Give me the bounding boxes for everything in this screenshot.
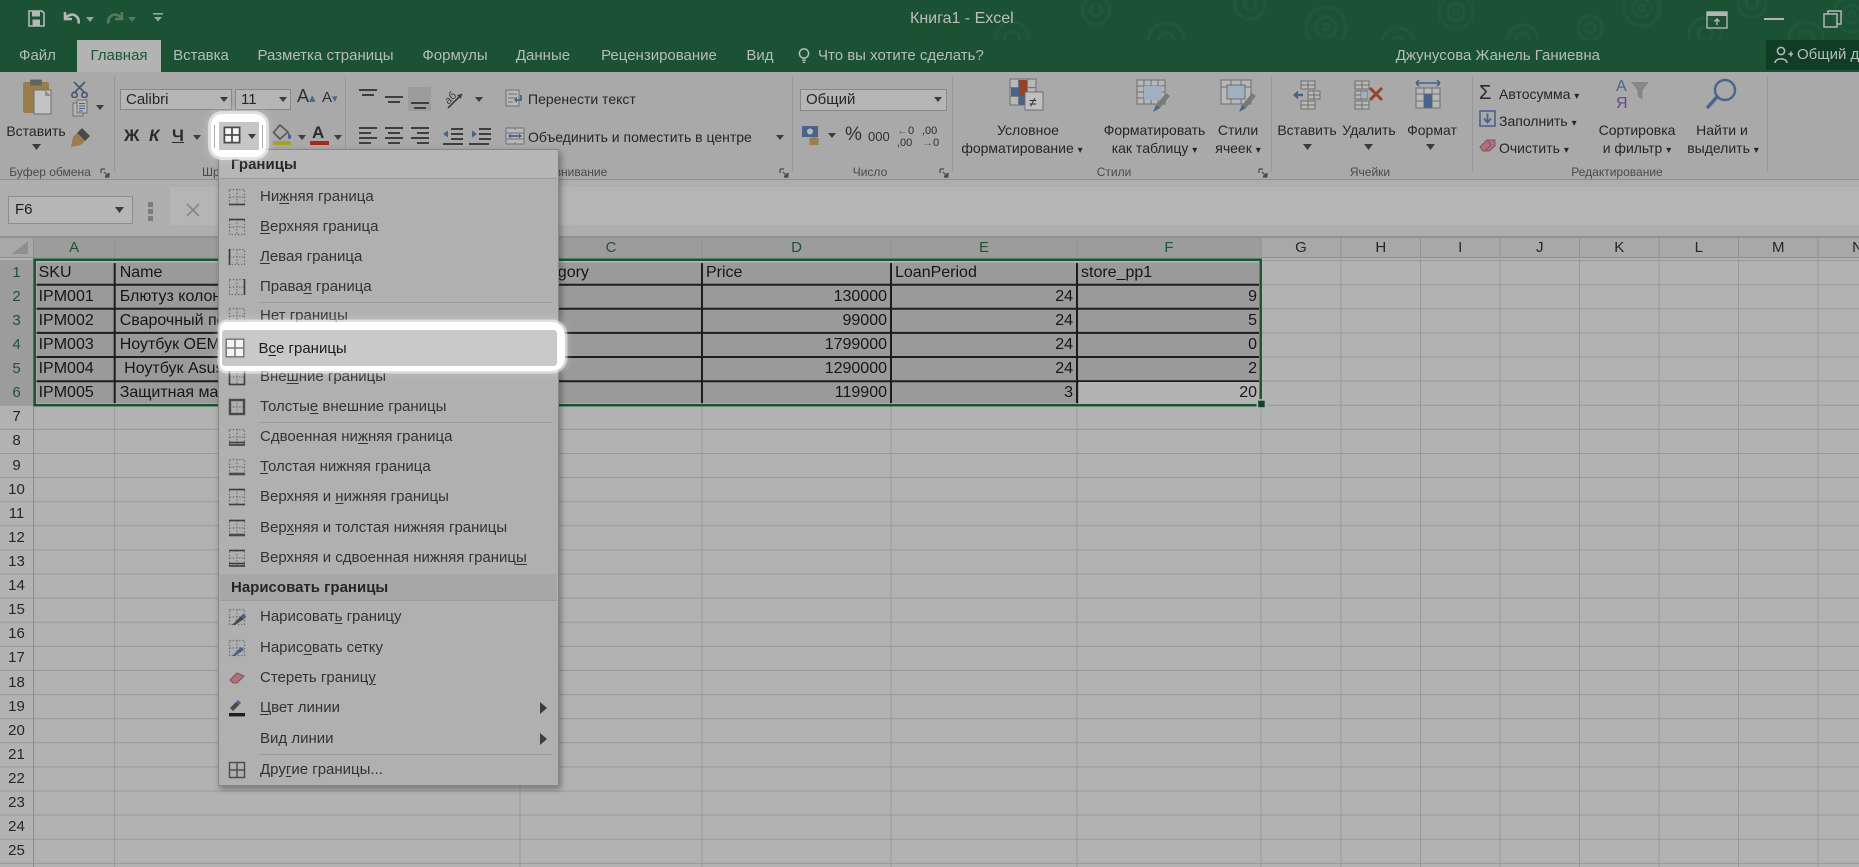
svg-text:А: А: [1616, 78, 1627, 95]
svg-text:Я: Я: [1616, 95, 1628, 112]
svg-text:аб: аб: [446, 90, 459, 107]
svg-text:≠: ≠: [1029, 94, 1037, 110]
